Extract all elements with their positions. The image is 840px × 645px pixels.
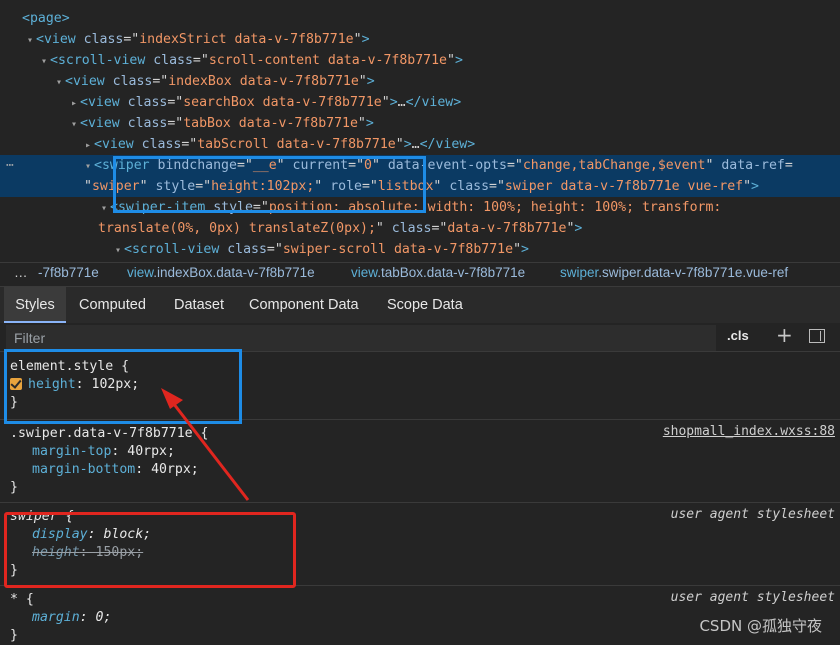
- watermark: CSDN @孤独守夜: [699, 617, 822, 635]
- arrow-shaft: [168, 398, 250, 501]
- arrow-head: [161, 388, 183, 409]
- annotation-arrow-layer: [161, 388, 250, 501]
